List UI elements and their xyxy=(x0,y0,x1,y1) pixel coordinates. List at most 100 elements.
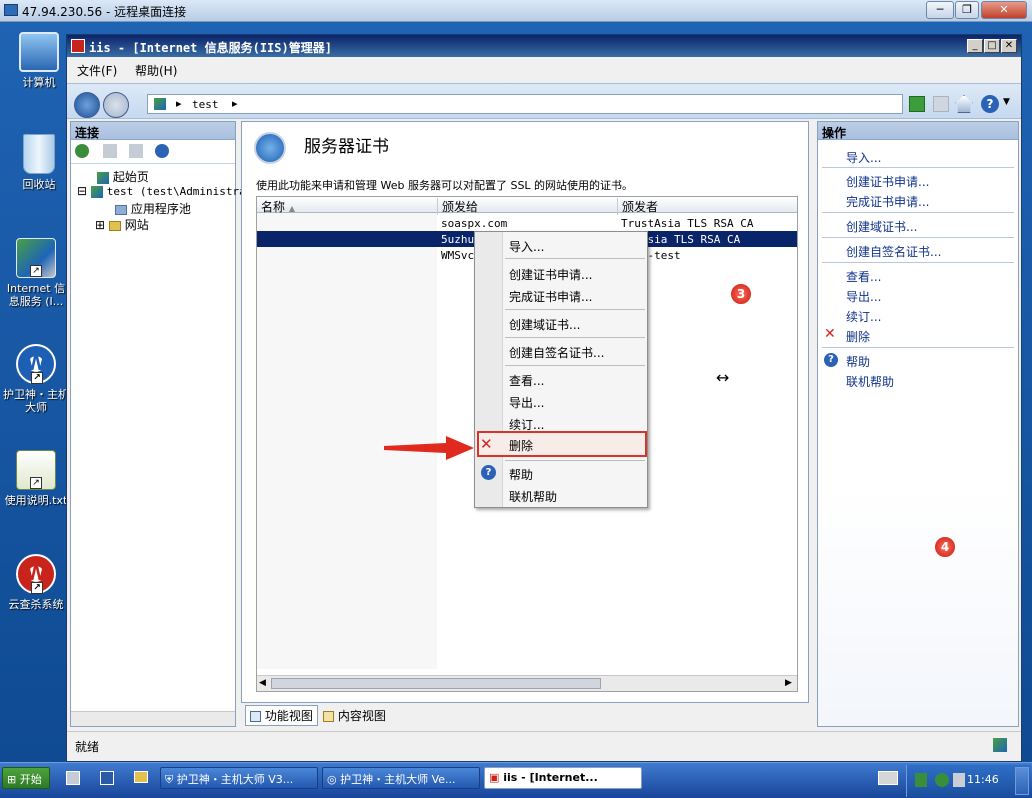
rdp-restore-button[interactable]: ❐ xyxy=(955,1,979,19)
action-online-help[interactable]: 联机帮助 xyxy=(846,373,894,390)
context-create-request[interactable]: 创建证书申请... xyxy=(509,266,592,283)
divider xyxy=(822,347,1014,348)
content-view-icon xyxy=(323,711,334,722)
tab-content-view[interactable]: 内容视图 xyxy=(323,707,386,724)
delete-icon: ✕ xyxy=(480,435,493,453)
feature-title: 服务器证书 xyxy=(304,137,389,157)
scrollbar-thumb[interactable] xyxy=(271,678,601,689)
powershell-icon[interactable] xyxy=(100,771,114,785)
action-delete[interactable]: 删除 xyxy=(846,328,870,345)
desktop-icon-recycle-bin[interactable]: 回收站 xyxy=(6,134,72,191)
action-create-self-signed[interactable]: 创建自签名证书... xyxy=(846,243,941,260)
annotation-badge-3: 3 xyxy=(730,283,752,305)
tree-item-start-page[interactable]: 起始页 xyxy=(97,168,149,185)
tree-label: 起始页 xyxy=(112,170,149,184)
system-tray: 11:46 xyxy=(906,765,1030,797)
desktop-icon-iis[interactable]: ↗ Internet 信息服务 (I... xyxy=(2,238,70,308)
disconnect-icon[interactable] xyxy=(155,144,169,158)
action-export[interactable]: 导出... xyxy=(846,288,881,305)
context-help[interactable]: 帮助 xyxy=(509,466,533,483)
clock[interactable]: 11:46 xyxy=(967,773,999,786)
scroll-left-icon[interactable]: ◀ xyxy=(259,678,266,688)
connect-icon[interactable] xyxy=(75,144,89,158)
divider xyxy=(822,167,1014,168)
save-icon[interactable] xyxy=(103,144,117,158)
menu-help[interactable]: 帮助(H) xyxy=(135,62,177,79)
column-header-issuer[interactable]: 颁发者 xyxy=(617,198,793,215)
desktop-icon-computer[interactable]: 计算机 xyxy=(6,32,72,89)
action-complete-request[interactable]: 完成证书申请... xyxy=(846,193,929,210)
help-dropdown-icon[interactable]: ▼ xyxy=(1003,97,1010,107)
huweishen-icon: ⛨ xyxy=(165,773,174,786)
context-create-self-signed[interactable]: 创建自签名证书... xyxy=(509,344,604,361)
iis-app-icon xyxy=(71,39,85,53)
context-view[interactable]: 查看... xyxy=(509,372,544,389)
home-icon[interactable] xyxy=(955,95,973,113)
menu-bar: 文件(F) 帮助(H) xyxy=(67,57,1021,81)
context-export[interactable]: 导出... xyxy=(509,394,544,411)
forward-button[interactable] xyxy=(103,92,129,118)
horizontal-scrollbar[interactable] xyxy=(71,711,235,726)
action-view[interactable]: 查看... xyxy=(846,268,881,285)
address-bar[interactable]: ▸ test ▸ xyxy=(147,94,903,114)
action-create-request[interactable]: 创建证书申请... xyxy=(846,173,929,190)
shortcut-arrow-icon: ↗ xyxy=(31,372,43,384)
action-help[interactable]: 帮助 xyxy=(846,353,870,370)
context-online-help[interactable]: 联机帮助 xyxy=(509,488,557,505)
collapse-icon[interactable]: ⊟ xyxy=(77,184,87,198)
action-import[interactable]: 导入... xyxy=(846,149,881,166)
table-row[interactable]: soaspx.com TrustAsia TLS RSA CA xyxy=(257,215,797,231)
context-complete-request[interactable]: 完成证书申请... xyxy=(509,288,592,305)
rdp-close-button[interactable]: ✕ xyxy=(981,1,1027,19)
tree-item-sites[interactable]: ⊞ 网站 xyxy=(95,216,149,233)
action-create-domain-cert[interactable]: 创建域证书... xyxy=(846,218,917,235)
scroll-right-icon[interactable]: ▶ xyxy=(785,678,792,688)
taskbar-iis[interactable]: ▣ iis - [Internet... xyxy=(484,767,642,789)
expand-icon[interactable]: ⊞ xyxy=(95,218,105,232)
address-separator: ▸ xyxy=(232,97,238,110)
tree-item-app-pools[interactable]: 应用程序池 xyxy=(115,200,191,217)
show-desktop-button[interactable] xyxy=(1015,767,1029,795)
server-icon xyxy=(90,185,103,198)
context-create-domain-cert[interactable]: 创建域证书... xyxy=(509,316,580,333)
desktop-icon-huweishen[interactable]: W ↗ 护卫神・主机大师 xyxy=(2,344,70,414)
rdp-minimize-button[interactable]: ─ xyxy=(926,1,954,19)
tray-shield-icon[interactable] xyxy=(935,773,949,787)
tray-volume-icon[interactable] xyxy=(953,773,965,787)
action-renew[interactable]: 续订... xyxy=(846,308,881,325)
cloud-scan-shield-icon: W ↗ xyxy=(16,554,56,594)
app-pool-icon xyxy=(115,204,127,215)
taskbar-huweishen-2[interactable]: ◎ 护卫神・主机大师 Ve... xyxy=(322,767,480,789)
list-horizontal-scrollbar[interactable]: ◀ ▶ xyxy=(257,675,797,691)
window-title: iis - [Internet 信息服务(IIS)管理器] xyxy=(89,41,332,55)
window-close-button[interactable]: ✕ xyxy=(1001,39,1017,53)
divider xyxy=(822,237,1014,238)
desktop-icon-readme[interactable]: ↗ 使用说明.txt xyxy=(2,450,70,507)
desktop-icon-cloud-scan[interactable]: W ↗ 云查杀系统 xyxy=(2,554,70,611)
address-text: test xyxy=(192,98,219,111)
explorer-icon[interactable] xyxy=(134,771,148,783)
status-server-icon xyxy=(993,738,1007,752)
window-maximize-button[interactable]: □ xyxy=(984,39,1000,53)
menu-file[interactable]: 文件(F) xyxy=(77,62,117,79)
notepad-icon: ↗ xyxy=(16,450,56,490)
shortcut-arrow-icon: ↗ xyxy=(31,582,43,594)
context-delete[interactable]: 删除 xyxy=(509,437,533,454)
start-button[interactable]: ⊞ 开始 xyxy=(2,767,50,789)
taskbar-huweishen-1[interactable]: ⛨ 护卫神・主机大师 V3... xyxy=(160,767,318,789)
tab-features-view[interactable]: 功能视图 xyxy=(245,705,318,726)
up-icon[interactable] xyxy=(129,144,143,158)
stop-icon[interactable] xyxy=(933,96,949,112)
tray-flag-icon[interactable] xyxy=(915,773,927,787)
server-manager-icon[interactable] xyxy=(66,771,80,785)
refresh-icon[interactable] xyxy=(909,96,925,112)
features-view-icon xyxy=(250,711,261,722)
context-import[interactable]: 导入... xyxy=(509,238,544,255)
divider xyxy=(505,258,645,259)
help-icon[interactable]: ? xyxy=(981,95,999,113)
context-delete-highlight[interactable] xyxy=(477,431,647,457)
back-button[interactable] xyxy=(74,92,100,118)
window-minimize-button[interactable]: _ xyxy=(967,39,983,53)
keyboard-icon[interactable] xyxy=(878,771,898,785)
column-header-issued-to[interactable]: 颁发给 xyxy=(437,198,613,215)
